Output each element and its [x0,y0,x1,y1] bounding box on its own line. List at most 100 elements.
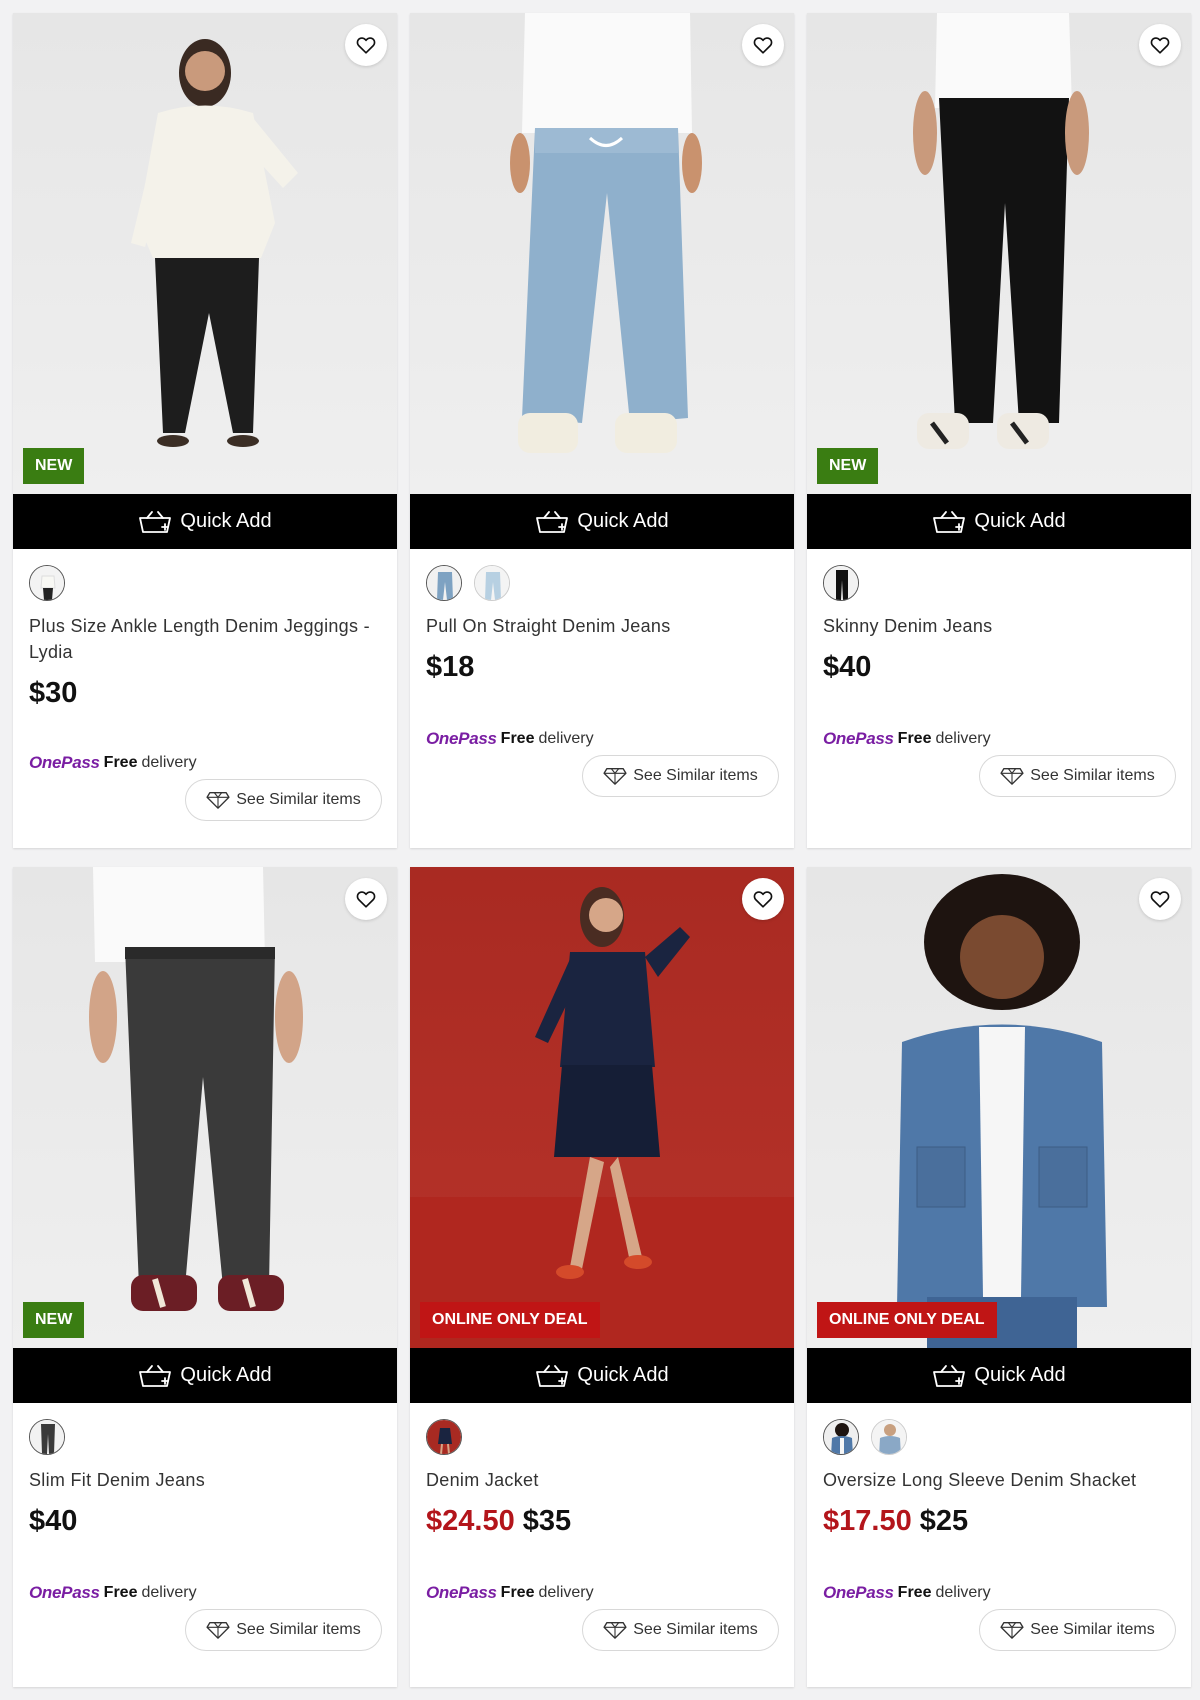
color-swatch[interactable] [426,1419,462,1455]
product-info: Slim Fit Denim Jeans $40 OnePass Free de… [13,1403,397,1687]
delivery-label: delivery [935,1584,991,1601]
quick-add-button[interactable]: Quick Add [807,494,1191,549]
product-image[interactable]: NEW [13,13,397,494]
product-photo [131,39,298,447]
product-image[interactable]: ONLINE ONLY DEAL [410,867,794,1348]
product-grid: NEW Quick Add Plus Size Ankle Length Den… [0,0,1200,1700]
swatch-thumbnail [427,566,461,600]
onepass-delivery: OnePass Free delivery [426,729,594,749]
wishlist-button[interactable] [742,24,784,66]
product-photo [897,874,1107,1348]
see-similar-label: See Similar items [633,767,758,784]
onepass-delivery: OnePass Free delivery [426,1583,594,1603]
free-label: Free [897,1584,932,1601]
color-swatch[interactable] [426,565,462,601]
product-card[interactable]: NEW Quick Add Plus Size Ankle Length Den… [13,13,397,848]
swatch-thumbnail [30,566,64,600]
heart-icon [355,888,377,910]
similar-icon [206,1620,230,1640]
status-badge: ONLINE ONLY DEAL [420,1302,600,1338]
product-info: Denim Jacket $24.50 $35 OnePass Free deli… [410,1403,794,1687]
quick-add-button[interactable]: Quick Add [13,1348,397,1403]
delivery-label: delivery [141,754,197,771]
onepass-delivery: OnePass Free delivery [823,1583,991,1603]
onepass-logo: OnePass [426,729,497,748]
color-swatch[interactable] [871,1419,907,1455]
quick-add-button[interactable]: Quick Add [807,1348,1191,1403]
product-price: $18 [426,651,778,684]
see-similar-button[interactable]: See Similar items [979,755,1176,797]
similar-icon [603,766,627,786]
basket-icon [138,510,172,534]
similar-icon [1000,766,1024,786]
product-card[interactable]: ONLINE ONLY DEAL Quick Add Denim Jacket … [410,867,794,1687]
color-swatch[interactable] [29,1419,65,1455]
sale-price: $24.50 [426,1505,515,1537]
swatch-thumbnail [475,566,509,600]
product-card[interactable]: NEW Quick Add Skinny Denim Jeans $40 One… [807,13,1191,848]
see-similar-button[interactable]: See Similar items [185,779,382,821]
product-image[interactable] [410,13,794,494]
swatch-thumbnail [824,1420,858,1454]
price: $18 [426,651,475,683]
basket-icon [535,510,569,534]
heart-icon [752,34,774,56]
similar-icon [206,790,230,810]
see-similar-label: See Similar items [236,1621,361,1638]
wishlist-button[interactable] [345,24,387,66]
product-card[interactable]: NEW Quick Add Slim Fit Denim Jeans $40 O… [13,867,397,1687]
delivery-label: delivery [935,730,991,747]
quick-add-button[interactable]: Quick Add [410,494,794,549]
product-image[interactable]: ONLINE ONLY DEAL [807,867,1191,1348]
wishlist-button[interactable] [1139,878,1181,920]
free-label: Free [500,730,535,747]
quick-add-button[interactable]: Quick Add [13,494,397,549]
status-badge: NEW [23,1302,85,1338]
color-swatch[interactable] [474,565,510,601]
color-swatches [29,563,381,603]
see-similar-button[interactable]: See Similar items [185,1609,382,1651]
see-similar-button[interactable]: See Similar items [979,1609,1176,1651]
wishlist-button[interactable] [1139,24,1181,66]
onepass-logo: OnePass [29,753,100,772]
product-name[interactable]: Slim Fit Denim Jeans [29,1467,381,1493]
free-label: Free [103,754,138,771]
wishlist-button[interactable] [742,878,784,920]
sale-price: $17.50 [823,1505,912,1537]
swatch-thumbnail [427,1420,461,1454]
status-badge: NEW [23,448,85,484]
color-swatch[interactable] [823,1419,859,1455]
swatch-thumbnail [872,1420,906,1454]
product-card[interactable]: ONLINE ONLY DEAL Quick Add Oversize Long… [807,867,1191,1687]
product-name[interactable]: Oversize Long Sleeve Denim Shacket [823,1467,1175,1493]
product-photo [913,13,1089,449]
color-swatch[interactable] [823,565,859,601]
free-label: Free [500,1584,535,1601]
product-name[interactable]: Pull On Straight Denim Jeans [426,613,778,639]
price: $30 [29,677,78,709]
quick-add-label: Quick Add [577,1364,669,1386]
color-swatches [426,563,778,603]
product-info: Oversize Long Sleeve Denim Shacket $17.5… [807,1403,1191,1687]
product-name[interactable]: Denim Jacket [426,1467,778,1493]
product-photo [89,867,303,1311]
product-name[interactable]: Skinny Denim Jeans [823,613,1175,639]
wishlist-button[interactable] [345,878,387,920]
color-swatches [29,1417,381,1457]
product-image[interactable]: NEW [13,867,397,1348]
see-similar-button[interactable]: See Similar items [582,1609,779,1651]
color-swatch[interactable] [29,565,65,601]
heart-icon [1149,34,1171,56]
onepass-logo: OnePass [823,1583,894,1602]
quick-add-button[interactable]: Quick Add [410,1348,794,1403]
onepass-logo: OnePass [426,1583,497,1602]
product-price: $40 [29,1505,381,1538]
onepass-logo: OnePass [823,729,894,748]
product-card[interactable]: Quick Add Pull On Straight Denim Jeans $… [410,13,794,848]
product-name[interactable]: Plus Size Ankle Length Denim Jeggings - … [29,613,381,665]
similar-icon [1000,1620,1024,1640]
see-similar-button[interactable]: See Similar items [582,755,779,797]
product-image[interactable]: NEW [807,13,1191,494]
swatch-thumbnail [30,1420,64,1454]
quick-add-label: Quick Add [180,1364,272,1386]
